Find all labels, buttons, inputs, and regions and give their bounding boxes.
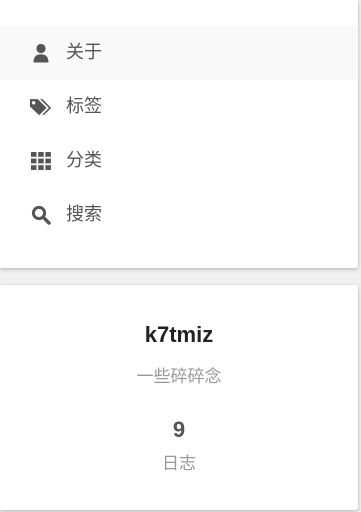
author-name: k7tmiz	[144, 322, 214, 347]
user-icon	[29, 41, 53, 65]
menu-item-tags[interactable]: 标签	[0, 80, 358, 134]
posts-label[interactable]: 日志	[0, 453, 358, 475]
menu-item-label: 分类	[66, 150, 102, 171]
menu-item-about[interactable]: 关于	[0, 26, 358, 80]
menu-item-label: 搜索	[66, 204, 102, 225]
author-profile-card: k7tmiz 一些碎碎念 9 日志	[0, 285, 358, 510]
grid-icon	[29, 149, 53, 173]
search-icon	[29, 203, 53, 227]
sidebar-menu-card: 关于 标签 分类 搜索	[0, 0, 358, 268]
menu-list: 关于 标签 分类 搜索	[0, 26, 358, 242]
tags-icon	[29, 95, 53, 119]
menu-item-label: 标签	[66, 96, 102, 117]
menu-item-search[interactable]: 搜索	[0, 188, 358, 242]
posts-count[interactable]: 9	[0, 416, 358, 444]
menu-item-categories[interactable]: 分类	[0, 134, 358, 188]
author-description: 一些碎碎念	[136, 367, 222, 387]
menu-item-label: 关于	[66, 42, 102, 63]
